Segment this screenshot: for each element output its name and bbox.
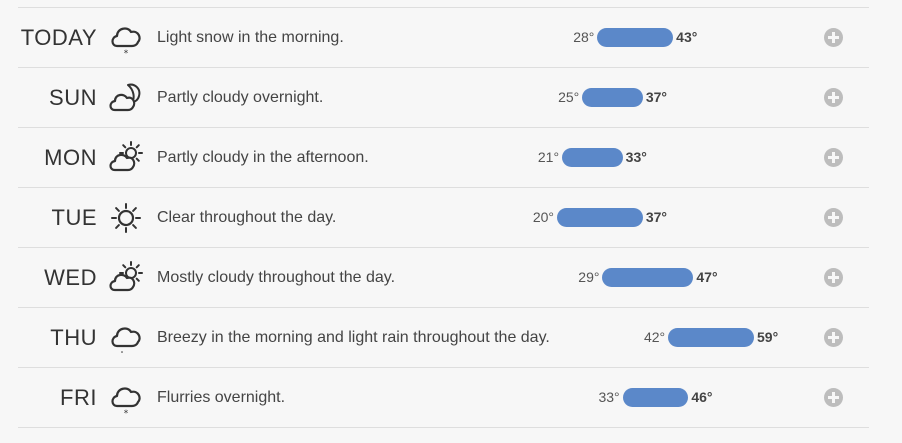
expand-plus-icon[interactable] bbox=[824, 268, 843, 287]
temp-range-bar bbox=[582, 88, 643, 107]
high-temp: 33° bbox=[625, 149, 647, 165]
high-temp: 37° bbox=[645, 209, 668, 225]
temp-range-bar bbox=[622, 388, 689, 407]
forecast-row[interactable]: FRI * Flurries overnight. 33° 46° bbox=[18, 368, 869, 428]
temperature-range: 28° 43° bbox=[18, 8, 869, 67]
low-temp: 29° bbox=[578, 269, 600, 285]
expand-plus-icon[interactable] bbox=[824, 328, 843, 347]
forecast-row[interactable]: SUN Partly cloudy overnight. 25° 37° bbox=[18, 68, 869, 128]
temp-range-bar bbox=[597, 28, 674, 47]
high-temp: 59° bbox=[757, 329, 779, 345]
expand-plus-icon[interactable] bbox=[824, 148, 843, 167]
temperature-range: 29° 47° bbox=[18, 248, 869, 307]
low-temp: 21° bbox=[537, 149, 560, 165]
expand-plus-icon[interactable] bbox=[824, 28, 843, 47]
low-temp: 33° bbox=[598, 389, 620, 405]
forecast-row[interactable]: THU Breezy in the morning and light rain… bbox=[18, 308, 869, 368]
temp-range-bar bbox=[668, 328, 754, 347]
temperature-range: 21° 33° bbox=[18, 128, 869, 187]
high-temp: 43° bbox=[676, 29, 698, 45]
temperature-range: 20° 37° bbox=[18, 188, 869, 247]
expand-plus-icon[interactable] bbox=[824, 88, 843, 107]
low-temp: 28° bbox=[573, 29, 595, 45]
forecast-row[interactable]: MON Partly cloudy in the afternoon. 21° … bbox=[18, 128, 869, 188]
daily-forecast-list: TODAY * Light snow in the morning. 28° 4… bbox=[18, 7, 869, 428]
temp-range-bar bbox=[562, 148, 623, 167]
temp-range-bar bbox=[602, 268, 694, 287]
expand-plus-icon[interactable] bbox=[824, 208, 843, 227]
temperature-range: 33° 46° bbox=[18, 368, 869, 427]
high-temp: 47° bbox=[696, 269, 718, 285]
forecast-row[interactable]: TUE Clear throughout the day. 20° 37° bbox=[18, 188, 869, 248]
low-temp: 25° bbox=[558, 89, 580, 105]
forecast-row[interactable]: TODAY * Light snow in the morning. 28° 4… bbox=[18, 8, 869, 68]
high-temp: 37° bbox=[645, 89, 668, 105]
low-temp: 20° bbox=[532, 209, 554, 225]
high-temp: 46° bbox=[691, 389, 713, 405]
expand-plus-icon[interactable] bbox=[824, 388, 843, 407]
low-temp: 42° bbox=[643, 329, 666, 345]
temperature-range: 25° 37° bbox=[18, 68, 869, 127]
temperature-range: 42° 59° bbox=[18, 308, 869, 367]
forecast-row[interactable]: WED Mostly cloudy throughout the day. 29… bbox=[18, 248, 869, 308]
temp-range-bar bbox=[557, 208, 643, 227]
